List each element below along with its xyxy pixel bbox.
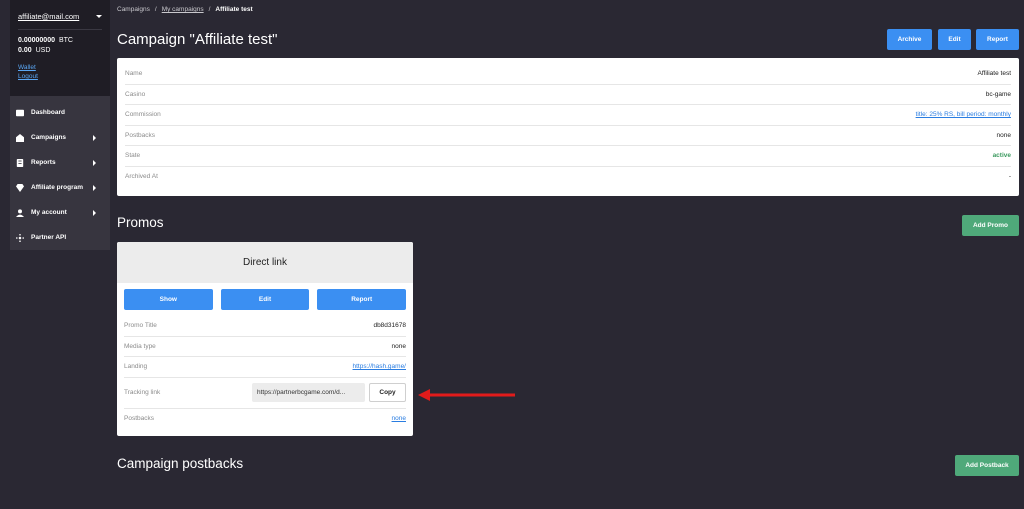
chevron-right-icon: [93, 159, 96, 166]
user-icon: [16, 208, 24, 217]
detail-row-name: Name Affiliate test: [125, 64, 1011, 85]
api-icon: [16, 233, 24, 242]
sidebar-item-label: Affiliate program: [31, 184, 84, 191]
campaign-details: Name Affiliate test Casino bc-game Commiss…: [117, 58, 1019, 196]
detail-row-commission: Commission title: 25% RS, bill period: mo…: [125, 105, 1011, 126]
promo-row-tracking-link: Tracking link https://partnerbcgame.com/…: [124, 378, 406, 409]
account-dropdown[interactable]: affiliate@mail.com: [18, 6, 102, 30]
promo-row-title: Promo Title db8d31678: [124, 316, 406, 337]
detail-row-archived-at: Archived At -: [125, 167, 1011, 188]
balance-btc: 0.00000000 BTC: [18, 36, 102, 46]
sidebar-item-affiliate-program[interactable]: Affiliate program: [10, 175, 110, 200]
breadcrumb: Campaigns / My campaigns / Affiliate test: [117, 6, 253, 13]
chevron-right-icon: [93, 134, 96, 141]
promo-report-button[interactable]: Report: [317, 289, 407, 310]
dashboard-icon: [16, 109, 24, 116]
report-button[interactable]: Report: [976, 29, 1019, 50]
promo-label: Landing: [124, 363, 148, 371]
page-title: Campaign "Affiliate test": [117, 31, 278, 48]
balance-usd: 0.00 USD: [18, 46, 102, 56]
promo-card: Direct link Show Edit Report Promo Title…: [117, 242, 413, 436]
sidebar-item-dashboard[interactable]: Dashboard: [10, 100, 110, 125]
promo-row-landing: Landing https://hash.game/: [124, 357, 406, 378]
chevron-down-icon: [96, 15, 102, 18]
detail-label: Postbacks: [125, 131, 155, 139]
sidebar-item-label: Partner API: [31, 234, 67, 241]
sidebar-item-label: Dashboard: [31, 109, 65, 116]
tracking-link-field[interactable]: https://partnerbcgame.com/d...: [252, 383, 365, 402]
detail-value: -: [1008, 173, 1011, 181]
chevron-right-icon: [93, 184, 96, 191]
chevron-right-icon: [93, 209, 96, 216]
sidebar-item-reports[interactable]: Reports: [10, 150, 110, 175]
balance-usd-value: 0.00: [18, 47, 32, 54]
account-email: affiliate@mail.com: [18, 12, 80, 21]
annotation-arrow-icon: [418, 389, 515, 401]
breadcrumb-current: Affiliate test: [215, 6, 253, 13]
copy-button[interactable]: Copy: [369, 383, 406, 402]
promo-value: none: [391, 342, 406, 350]
detail-label: Name: [125, 70, 143, 78]
campaign-postbacks-title: Campaign postbacks: [117, 456, 244, 471]
breadcrumb-separator: /: [208, 6, 211, 13]
promo-value: db8d31678: [373, 322, 406, 330]
detail-row-state: State active: [125, 146, 1011, 167]
campaigns-icon: [16, 133, 24, 142]
detail-label: Archived At: [125, 173, 158, 181]
detail-row-casino: Casino bc-game: [125, 85, 1011, 105]
balance-btc-value: 0.00000000: [18, 37, 55, 44]
sidebar-item-campaigns[interactable]: Campaigns: [10, 125, 110, 150]
balance-btc-unit: BTC: [58, 37, 73, 44]
promo-show-button[interactable]: Show: [124, 289, 213, 310]
sidebar-item-label: Reports: [31, 159, 56, 166]
edit-button[interactable]: Edit: [938, 29, 971, 50]
detail-row-postbacks: Postbacks none: [125, 126, 1011, 146]
sidebar-item-label: My account: [31, 209, 67, 216]
wallet-link[interactable]: Wallet: [18, 63, 102, 72]
detail-value: Affiliate test: [977, 70, 1011, 78]
breadcrumb-my-campaigns[interactable]: My campaigns: [162, 6, 204, 13]
diamond-icon: [16, 183, 24, 192]
sidebar-nav: Dashboard Campaigns Reports Affiliate pr…: [10, 96, 110, 250]
sidebar: affiliate@mail.com 0.00000000 BTC 0.00 USD…: [10, 0, 110, 250]
promo-row-postbacks: Postbacks none: [124, 409, 406, 430]
logout-link[interactable]: Logout: [18, 72, 102, 81]
detail-value: bc-game: [985, 90, 1011, 98]
state-badge: active: [992, 152, 1011, 160]
account-panel: affiliate@mail.com 0.00000000 BTC 0.00 USD…: [10, 0, 110, 96]
detail-label: Commission: [125, 111, 161, 119]
promo-label: Media type: [124, 342, 156, 350]
promo-row-media-type: Media type none: [124, 337, 406, 357]
promo-label: Postbacks: [124, 415, 154, 423]
promo-edit-button[interactable]: Edit: [220, 289, 310, 310]
add-promo-button[interactable]: Add Promo: [962, 215, 1019, 236]
balance-usd-unit: USD: [35, 47, 51, 54]
landing-link[interactable]: https://hash.game/: [353, 363, 406, 370]
sidebar-item-partner-api[interactable]: Partner API: [10, 225, 110, 250]
postbacks-link[interactable]: none: [392, 415, 406, 422]
breadcrumb-campaigns[interactable]: Campaigns: [117, 6, 150, 13]
breadcrumb-separator: /: [154, 6, 157, 13]
sidebar-item-my-account[interactable]: My account: [10, 200, 110, 225]
sidebar-item-label: Campaigns: [31, 134, 67, 141]
detail-value: none: [996, 131, 1011, 139]
commission-link[interactable]: title: 25% RS, bill period: monthly: [916, 111, 1011, 118]
reports-icon: [16, 158, 24, 167]
archive-button[interactable]: Archive: [887, 29, 932, 50]
add-postback-button[interactable]: Add Postback: [955, 455, 1019, 476]
detail-label: State: [125, 152, 141, 160]
promo-label: Promo Title: [124, 322, 157, 330]
promos-title: Promos: [117, 215, 164, 230]
promo-label: Tracking link: [124, 389, 161, 396]
detail-label: Casino: [125, 90, 146, 98]
promo-card-title: Direct link: [117, 242, 413, 283]
